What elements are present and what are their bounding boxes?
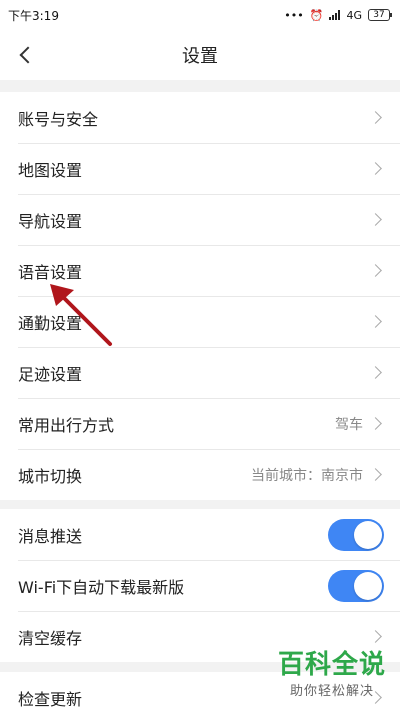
network-type: 4G (346, 8, 362, 22)
settings-item-label: 账号与安全 (18, 109, 99, 129)
status-icons: ••• ⏰ 4G 37 (284, 8, 392, 22)
notification-dots: ••• (284, 8, 304, 22)
page-title: 设置 (182, 46, 218, 67)
alarm-icon: ⏰ (309, 8, 324, 22)
wifi-download-toggle[interactable] (328, 569, 384, 602)
settings-item-label: 常用出行方式 (18, 415, 115, 435)
settings-item-map[interactable]: 地图设置 (0, 143, 400, 194)
settings-item-label: 检查更新 (18, 689, 83, 709)
settings-item-label: 导航设置 (18, 211, 83, 231)
settings-item-label: 足迹设置 (18, 364, 83, 384)
settings-item-label: 语音设置 (18, 262, 83, 282)
battery-icon: 37 (368, 9, 392, 21)
settings-item-label: 清空缓存 (18, 628, 83, 648)
status-time: 下午3:19 (8, 8, 59, 23)
settings-group-data: 消息推送 Wi-Fi下自动下载最新版 清空缓存 (0, 509, 400, 662)
nav-bar: 设置 (0, 30, 400, 80)
push-toggle[interactable] (328, 518, 384, 551)
settings-item-voice[interactable]: 语音设置 (0, 245, 400, 296)
chevron-right-icon (369, 630, 382, 643)
status-bar: 下午3:19 ••• ⏰ 4G 37 (0, 0, 400, 30)
back-button[interactable] (6, 36, 44, 74)
settings-item-account-security[interactable]: 账号与安全 (0, 92, 400, 143)
toggle-knob (354, 571, 382, 600)
settings-item-value: 当前城市：南京市 (251, 467, 363, 484)
settings-item-travel-mode[interactable]: 常用出行方式 驾车 (0, 398, 400, 449)
chevron-right-icon (369, 468, 382, 481)
battery-level: 37 (373, 10, 385, 20)
chevron-right-icon (369, 213, 382, 226)
settings-item-navigation[interactable]: 导航设置 (0, 194, 400, 245)
settings-item-label: 城市切换 (18, 466, 83, 486)
signal-icon (329, 10, 341, 20)
chevron-right-icon (369, 315, 382, 328)
settings-item-wifi-download: Wi-Fi下自动下载最新版 (0, 560, 400, 611)
chevron-right-icon (369, 264, 382, 277)
chevron-right-icon (369, 417, 382, 430)
chevron-right-icon (369, 366, 382, 379)
settings-item-city-switch[interactable]: 城市切换 当前城市：南京市 (0, 449, 400, 500)
watermark-subtitle: 助你轻松解决 (289, 684, 374, 699)
settings-group-general: 账号与安全 地图设置 导航设置 语音设置 通勤设置 足迹设置 常用出行方式 驾车… (0, 92, 400, 500)
settings-item-label: 地图设置 (18, 160, 83, 180)
watermark-logo: 百科全说 助你轻松解决 (278, 650, 386, 699)
chevron-right-icon (369, 162, 382, 175)
settings-item-label: 通勤设置 (18, 313, 83, 333)
toggle-knob (354, 520, 382, 549)
watermark-title: 百科全说 (277, 650, 386, 680)
settings-item-value: 驾车 (335, 416, 363, 433)
chevron-left-icon (19, 46, 37, 64)
settings-item-footprint[interactable]: 足迹设置 (0, 347, 400, 398)
settings-item-commute[interactable]: 通勤设置 (0, 296, 400, 347)
settings-item-push: 消息推送 (0, 509, 400, 560)
settings-item-label: 消息推送 (18, 526, 83, 546)
settings-item-label: Wi-Fi下自动下载最新版 (18, 577, 185, 597)
chevron-right-icon (369, 111, 382, 124)
